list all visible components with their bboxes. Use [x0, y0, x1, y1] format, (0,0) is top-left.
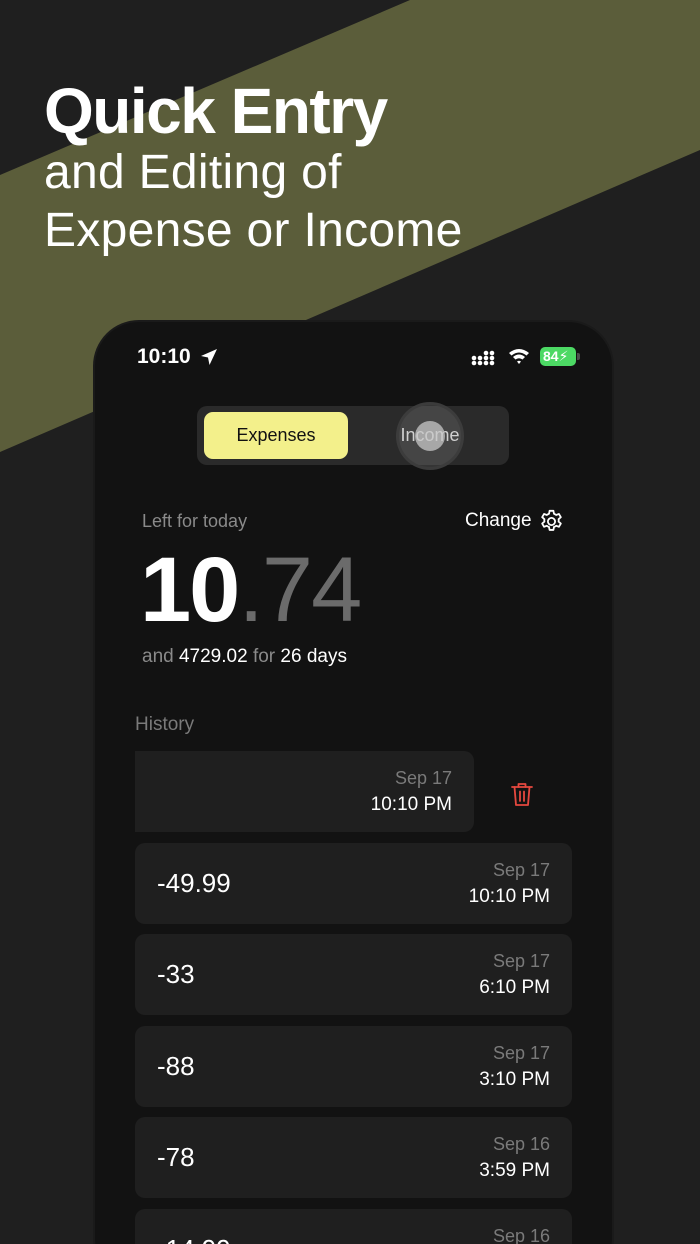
history-item-swiped[interactable]: Sep 17 10:10 PM — [135, 751, 474, 832]
location-arrow-icon — [201, 349, 217, 365]
battery-tip — [577, 353, 580, 360]
history-item-date: Sep 17 — [492, 951, 550, 971]
history-item-time: 3:10 PM — [479, 1069, 550, 1090]
history-item-date: Sep 17 — [492, 1043, 550, 1063]
summary-and: and — [142, 646, 174, 667]
history-item-time: 10:10 PM — [468, 886, 550, 907]
promo-subtitle-line-2: Expense or Income — [44, 204, 463, 257]
tab-expenses[interactable]: Expenses — [204, 412, 348, 459]
battery-level: 84 — [543, 348, 559, 364]
touch-indicator-dot — [415, 421, 445, 451]
change-button-label: Change — [465, 510, 532, 531]
history-item-time: 3:59 PM — [479, 1160, 550, 1181]
phone-frame: 10:10 84⚡ Expenses Left for today Change… — [95, 322, 612, 1244]
history-item[interactable]: -78 Sep 16 3:59 PM — [135, 1117, 572, 1198]
promo-title: Quick Entry — [44, 75, 388, 147]
trash-icon[interactable] — [510, 781, 534, 807]
gear-icon — [540, 509, 562, 531]
promo-subtitle-line-1: and Editing of — [44, 146, 342, 199]
history-item-time: 10:10 PM — [370, 794, 452, 815]
remaining-period-summary: and 4729.02 for 26 days — [142, 646, 347, 668]
status-time: 10:10 — [137, 345, 191, 368]
history-item-amount: -14.99 — [157, 1234, 231, 1244]
wifi-icon — [509, 349, 529, 364]
remaining-amount-decimal: .74 — [238, 539, 362, 641]
change-budget-button[interactable]: Change — [465, 508, 565, 534]
history-item-date: Sep 17 — [492, 860, 550, 880]
charging-bolt-icon: ⚡ — [558, 348, 569, 364]
history-item[interactable]: -14.99 Sep 16 — [135, 1209, 572, 1244]
summary-total: 4729.02 — [178, 646, 248, 667]
remaining-amount-integer: 10 — [140, 539, 240, 641]
history-item-amount: -88 — [157, 1051, 195, 1081]
history-item[interactable]: -49.99 Sep 17 10:10 PM — [135, 843, 572, 924]
history-item-date: Sep 16 — [492, 1134, 550, 1154]
history-heading: History — [135, 714, 195, 735]
history-item-date: Sep 16 — [492, 1226, 550, 1244]
cellular-signal-icon — [471, 350, 495, 366]
history-item-amount: -49.99 — [157, 868, 231, 898]
history-item[interactable]: -88 Sep 17 3:10 PM — [135, 1026, 572, 1107]
promo-headline: Quick Entry and Editing of Expense or In… — [44, 78, 463, 260]
summary-days: 26 days — [280, 646, 347, 667]
remaining-amount: 10.74 — [140, 539, 362, 641]
history-item-date: Sep 17 — [394, 768, 452, 788]
history-item-time: 6:10 PM — [479, 977, 550, 998]
status-bar: 10:10 84⚡ — [95, 322, 612, 392]
summary-for: for — [252, 646, 276, 667]
promo-screen: Quick Entry and Editing of Expense or In… — [0, 0, 700, 1244]
history-item-amount: -78 — [157, 1142, 195, 1172]
history-item[interactable]: -33 Sep 17 6:10 PM — [135, 934, 572, 1015]
battery-indicator: 84⚡ — [540, 347, 576, 366]
history-item-amount: -33 — [157, 959, 195, 989]
left-for-today-label: Left for today — [142, 511, 248, 531]
